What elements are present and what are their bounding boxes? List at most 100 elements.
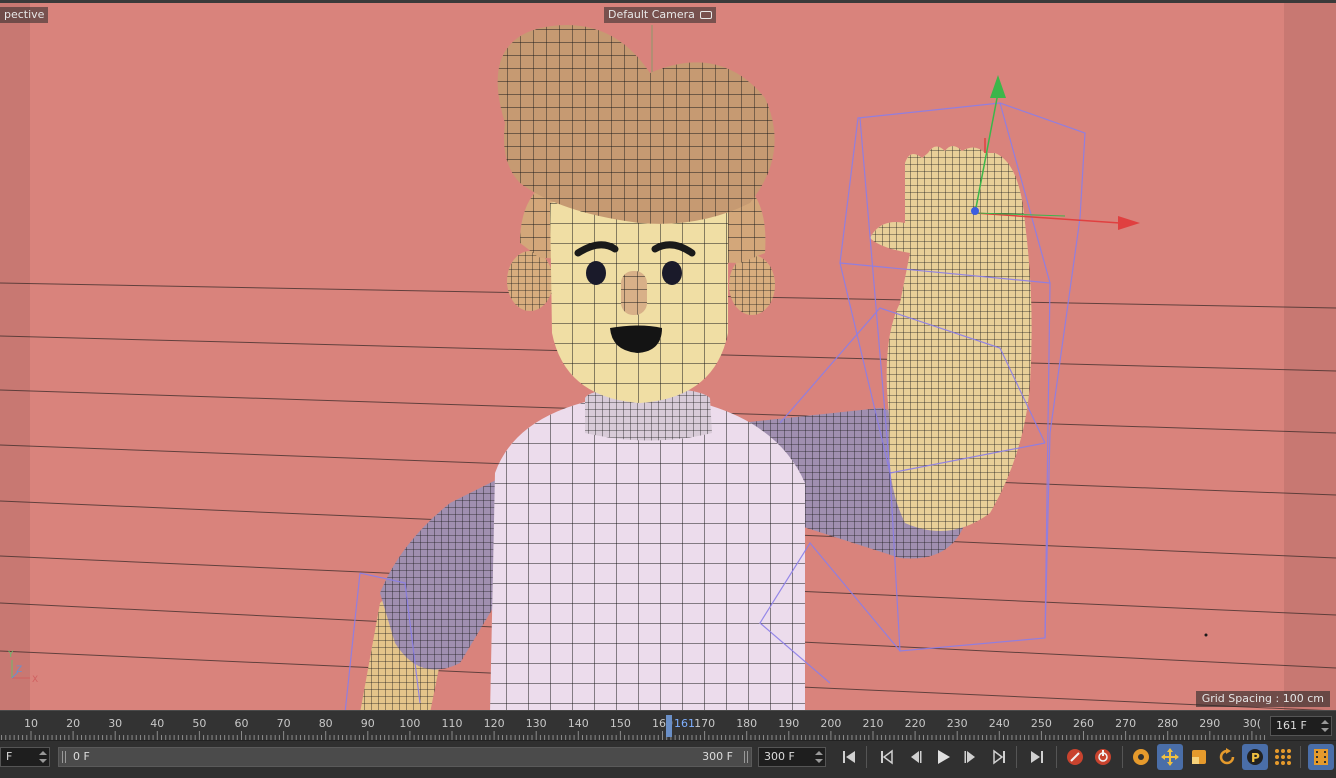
spinner-arrows-icon[interactable] bbox=[1321, 719, 1329, 733]
ruler-tick-label: 90 bbox=[361, 717, 375, 730]
move-keys-toggle[interactable] bbox=[1157, 744, 1183, 770]
scale-keys-icon bbox=[1192, 750, 1206, 764]
ruler-tick-label: 180 bbox=[736, 717, 757, 730]
ruler-tick-marks: 10 20 30 40 50 60 70 80 90 100 110 120 130 140 150 160 1… bbox=[1, 717, 1266, 740]
grid-spacing-readout: Grid Spacing : 100 cm bbox=[1195, 691, 1330, 707]
spinner-arrows-icon[interactable] bbox=[39, 750, 47, 764]
go-to-end-button[interactable] bbox=[1024, 744, 1050, 770]
range-end-label: 300 F bbox=[702, 750, 733, 763]
ruler-tick-label: 210 bbox=[863, 717, 884, 730]
previous-frame-button[interactable] bbox=[902, 744, 928, 770]
ruler-tick-label: 110 bbox=[442, 717, 463, 730]
max-frame-field[interactable]: 300 F bbox=[758, 747, 826, 767]
scale-keys-toggle[interactable] bbox=[1186, 744, 1212, 770]
head bbox=[550, 194, 728, 403]
rotate-keys-toggle[interactable] bbox=[1214, 744, 1240, 770]
ruler-tick-label: 290 bbox=[1199, 717, 1220, 730]
ruler-tick-label: 270 bbox=[1115, 717, 1136, 730]
camera-name: Default Camera bbox=[608, 8, 695, 21]
timeline-ruler[interactable]: 10 20 30 40 50 60 70 80 90 100 110 120 130 140 150 160 1… bbox=[0, 710, 1336, 740]
ruler-tick-label: 190 bbox=[778, 717, 799, 730]
pla-keys-icon bbox=[1275, 749, 1291, 765]
cinema4d-window: pective Default Camera Y Z X Grid Spacin… bbox=[0, 0, 1336, 778]
ruler-tick-label: 30 bbox=[108, 717, 122, 730]
ruler-tick-label: 30( bbox=[1243, 717, 1261, 730]
pla-keys-toggle[interactable] bbox=[1270, 744, 1296, 770]
separator bbox=[1300, 746, 1301, 768]
max-frame-value: 300 F bbox=[764, 750, 795, 763]
go-to-start-button[interactable] bbox=[836, 744, 862, 770]
keyframe-settings-icon bbox=[1133, 749, 1149, 765]
axis-y-label: Y bbox=[7, 650, 14, 660]
hair-pompadour bbox=[497, 25, 775, 224]
camera-icon bbox=[700, 11, 713, 19]
autokey-button[interactable] bbox=[1090, 744, 1116, 770]
playhead-frame-label: 161 bbox=[674, 717, 695, 730]
timeline-window-icon bbox=[1314, 749, 1328, 765]
spinner-arrows-icon[interactable] bbox=[815, 750, 823, 764]
ruler-tick-label: 140 bbox=[568, 717, 589, 730]
ruler-tick-label: 200 bbox=[820, 717, 841, 730]
raised-arm bbox=[870, 146, 1032, 531]
world-axis-gizmo: Y Z X bbox=[7, 650, 38, 685]
parameter-keys-toggle[interactable]: P bbox=[1242, 744, 1268, 770]
move-keys-icon bbox=[1161, 748, 1179, 766]
separator bbox=[1056, 746, 1057, 768]
separator bbox=[1016, 746, 1017, 768]
ruler-tick-label: 80 bbox=[319, 717, 333, 730]
parameter-keys-icon: P bbox=[1247, 749, 1263, 765]
play-icon bbox=[938, 750, 950, 764]
svg-text:P: P bbox=[1251, 751, 1260, 765]
axis-x-label: X bbox=[32, 675, 38, 685]
playhead[interactable] bbox=[666, 715, 672, 737]
play-button[interactable] bbox=[930, 744, 956, 770]
previous-keyframe-button[interactable] bbox=[874, 744, 900, 770]
previous-keyframe-icon bbox=[881, 749, 893, 765]
scene-render bbox=[0, 25, 1336, 710]
camera-label[interactable]: Default Camera bbox=[604, 7, 717, 23]
current-frame-field[interactable]: 161 F bbox=[1270, 716, 1332, 736]
playback-controls-bar: F 0 F 300 F 300 F P bbox=[0, 740, 1336, 778]
ruler-tick-label: 60 bbox=[235, 717, 249, 730]
ruler-tick-label: 130 bbox=[526, 717, 547, 730]
3d-viewport[interactable]: pective Default Camera Y Z X Grid Spacin… bbox=[0, 0, 1336, 710]
ruler-tick-label: 10 bbox=[24, 717, 38, 730]
ruler-tick-label: 230 bbox=[947, 717, 968, 730]
go-to-start-icon bbox=[843, 751, 855, 763]
previous-frame-icon bbox=[911, 751, 922, 763]
record-keys-button[interactable] bbox=[1062, 744, 1088, 770]
go-to-end-icon bbox=[1031, 751, 1043, 763]
ruler-tick-label: 70 bbox=[277, 717, 291, 730]
autokey-icon bbox=[1095, 749, 1111, 765]
viewport-name-label[interactable]: pective bbox=[0, 7, 49, 23]
ruler-tick-label: 280 bbox=[1157, 717, 1178, 730]
range-start-label: 0 F bbox=[73, 750, 90, 763]
keyframe-settings-button[interactable] bbox=[1128, 744, 1154, 770]
ruler-tick-label: 150 bbox=[610, 717, 631, 730]
record-keys-icon bbox=[1067, 749, 1083, 765]
preview-range-slider[interactable]: 0 F 300 F bbox=[58, 747, 752, 767]
ruler-tick-label: 170 bbox=[694, 717, 715, 730]
range-start-handle[interactable] bbox=[62, 751, 66, 763]
ruler-tick-label: 250 bbox=[1031, 717, 1052, 730]
ruler-tick-label: 40 bbox=[150, 717, 164, 730]
range-end-handle[interactable] bbox=[744, 751, 748, 763]
ruler-tick-label: 120 bbox=[484, 717, 505, 730]
ruler-tick-label: 220 bbox=[905, 717, 926, 730]
next-keyframe-icon bbox=[993, 749, 1005, 765]
separator bbox=[866, 746, 867, 768]
min-frame-field[interactable]: F bbox=[0, 747, 50, 767]
separator bbox=[1122, 746, 1123, 768]
ruler-tick-label: 260 bbox=[1073, 717, 1094, 730]
torso bbox=[490, 388, 805, 710]
ruler-tick-label: 100 bbox=[399, 717, 420, 730]
min-frame-value: F bbox=[6, 750, 13, 763]
next-frame-button[interactable] bbox=[958, 744, 984, 770]
next-keyframe-button[interactable] bbox=[986, 744, 1012, 770]
axis-z-label: Z bbox=[16, 665, 22, 675]
timeline-window-button[interactable] bbox=[1308, 744, 1334, 770]
rotate-keys-icon bbox=[1219, 748, 1235, 765]
ruler-tick-label: 240 bbox=[989, 717, 1010, 730]
current-frame-value: 161 F bbox=[1276, 719, 1307, 732]
ruler-tick-label: 20 bbox=[66, 717, 80, 730]
